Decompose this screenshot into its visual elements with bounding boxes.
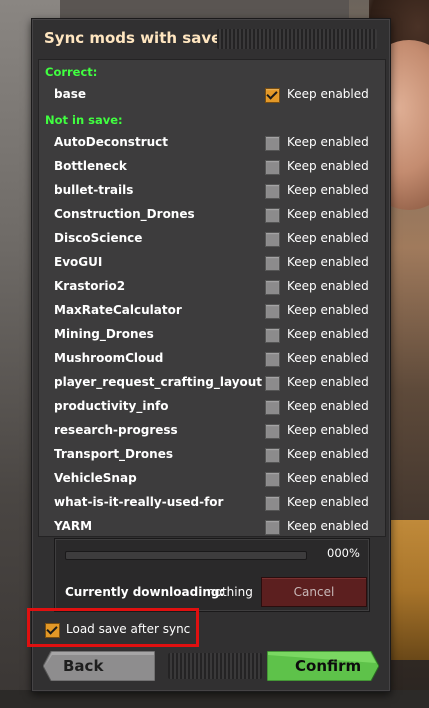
keep-enabled-checkbox[interactable]	[265, 328, 280, 343]
keep-enabled-checkbox[interactable]	[265, 280, 280, 295]
load-save-after-sync-checkbox[interactable]	[45, 623, 60, 638]
sync-mods-dialog: Sync mods with save Correct: base Keep en…	[27, 18, 391, 692]
section-correct-label: Correct:	[45, 65, 98, 79]
mod-row: VehicleSnap Keep enabled	[39, 467, 385, 491]
keep-enabled-checkbox[interactable]	[265, 304, 280, 319]
mod-row: Mining_Drones Keep enabled	[39, 323, 385, 347]
mod-name: Bottleneck	[54, 159, 127, 173]
keep-enabled-label: Keep enabled	[287, 471, 369, 485]
keep-enabled-label: Keep enabled	[287, 183, 369, 197]
keep-enabled-label: Keep enabled	[287, 255, 369, 269]
load-save-after-sync-row[interactable]: Load save after sync	[27, 608, 199, 647]
mod-row: DiscoScience Keep enabled	[39, 227, 385, 251]
keep-enabled-checkbox[interactable]	[265, 160, 280, 175]
keep-enabled-checkbox[interactable]	[265, 520, 280, 535]
keep-enabled-label: Keep enabled	[287, 447, 369, 461]
mod-name: player_request_crafting_layout	[54, 375, 263, 389]
mod-row: bullet-trails Keep enabled	[39, 179, 385, 203]
mod-row: base Keep enabled	[39, 83, 385, 107]
keep-enabled-label: Keep enabled	[287, 399, 369, 413]
mod-name: Krastorio2	[54, 279, 126, 293]
footer-drag-handle	[168, 653, 262, 679]
keep-enabled-checkbox[interactable]	[265, 376, 280, 391]
mod-name: DiscoScience	[54, 231, 143, 245]
mod-row: EvoGUI Keep enabled	[39, 251, 385, 275]
mod-row: productivity_info Keep enabled	[39, 395, 385, 419]
keep-enabled-label: Keep enabled	[287, 135, 369, 149]
keep-enabled-label: Keep enabled	[287, 207, 369, 221]
back-button[interactable]: Back	[43, 651, 155, 681]
keep-enabled-label: Keep enabled	[287, 327, 369, 341]
keep-enabled-label: Keep enabled	[287, 519, 369, 533]
download-progress-bar	[65, 551, 307, 560]
keep-enabled-checkbox[interactable]	[265, 208, 280, 223]
mod-name: EvoGUI	[54, 255, 103, 269]
download-progress-panel: 000% Currently downloading: nothing Canc…	[54, 538, 370, 612]
mod-name: AutoDeconstruct	[54, 135, 168, 149]
dialog-drag-handle[interactable]	[217, 29, 377, 49]
keep-enabled-checkbox[interactable]	[265, 424, 280, 439]
keep-enabled-label: Keep enabled	[287, 231, 369, 245]
keep-enabled-checkbox[interactable]	[265, 184, 280, 199]
mod-name: what-is-it-really-used-for	[54, 495, 224, 509]
dialog-title: Sync mods with save	[44, 29, 222, 47]
mod-name: VehicleSnap	[54, 471, 137, 485]
mod-row: player_request_crafting_layout Keep enabl…	[39, 371, 385, 395]
keep-enabled-label: Keep enabled	[287, 87, 369, 101]
mod-row: Transport_Drones Keep enabled	[39, 443, 385, 467]
cancel-download-button[interactable]: Cancel	[261, 577, 367, 607]
keep-enabled-checkbox[interactable]	[265, 136, 280, 151]
keep-enabled-checkbox[interactable]	[265, 496, 280, 511]
mod-name: Transport_Drones	[54, 447, 174, 461]
mod-name: Mining_Drones	[54, 327, 154, 341]
mod-name: bullet-trails	[54, 183, 134, 197]
mod-row: MaxRateCalculator Keep enabled	[39, 299, 385, 323]
currently-downloading-value: nothing	[207, 585, 253, 599]
mod-name: productivity_info	[54, 399, 169, 413]
mod-name: research-progress	[54, 423, 178, 437]
mod-name: MaxRateCalculator	[54, 303, 182, 317]
mod-name: base	[54, 87, 86, 101]
keep-enabled-label: Keep enabled	[287, 159, 369, 173]
keep-enabled-checkbox[interactable]	[265, 88, 280, 103]
download-progress-percent: 000%	[327, 546, 360, 560]
mod-row: Construction_Drones Keep enabled	[39, 203, 385, 227]
keep-enabled-checkbox[interactable]	[265, 400, 280, 415]
mod-row: what-is-it-really-used-for Keep enabled	[39, 491, 385, 515]
keep-enabled-label: Keep enabled	[287, 279, 369, 293]
keep-enabled-label: Keep enabled	[287, 375, 369, 389]
mod-name: YARM	[54, 519, 93, 533]
mod-name: MushroomCloud	[54, 351, 164, 365]
confirm-button[interactable]: Confirm	[267, 651, 379, 681]
mod-name: Construction_Drones	[54, 207, 195, 221]
mod-list-panel: Correct: base Keep enabled Not in save: A…	[38, 59, 386, 537]
mod-row: MushroomCloud Keep enabled	[39, 347, 385, 371]
keep-enabled-label: Keep enabled	[287, 303, 369, 317]
load-save-after-sync-label: Load save after sync	[66, 622, 191, 636]
keep-enabled-checkbox[interactable]	[265, 256, 280, 271]
back-button-label: Back	[63, 657, 104, 675]
mod-row: Krastorio2 Keep enabled	[39, 275, 385, 299]
currently-downloading-label: Currently downloading:	[65, 585, 225, 599]
dialog-title-bar: Sync mods with save	[32, 19, 390, 59]
section-not-in-save-label: Not in save:	[45, 113, 123, 127]
confirm-button-label: Confirm	[295, 657, 362, 675]
mod-row: YARM Keep enabled	[39, 515, 385, 539]
keep-enabled-label: Keep enabled	[287, 423, 369, 437]
keep-enabled-checkbox[interactable]	[265, 448, 280, 463]
keep-enabled-label: Keep enabled	[287, 351, 369, 365]
keep-enabled-checkbox[interactable]	[265, 472, 280, 487]
keep-enabled-checkbox[interactable]	[265, 232, 280, 247]
keep-enabled-label: Keep enabled	[287, 495, 369, 509]
mod-row: AutoDeconstruct Keep enabled	[39, 131, 385, 155]
background-floor	[0, 690, 429, 708]
mod-row: research-progress Keep enabled	[39, 419, 385, 443]
keep-enabled-checkbox[interactable]	[265, 352, 280, 367]
mod-row: Bottleneck Keep enabled	[39, 155, 385, 179]
